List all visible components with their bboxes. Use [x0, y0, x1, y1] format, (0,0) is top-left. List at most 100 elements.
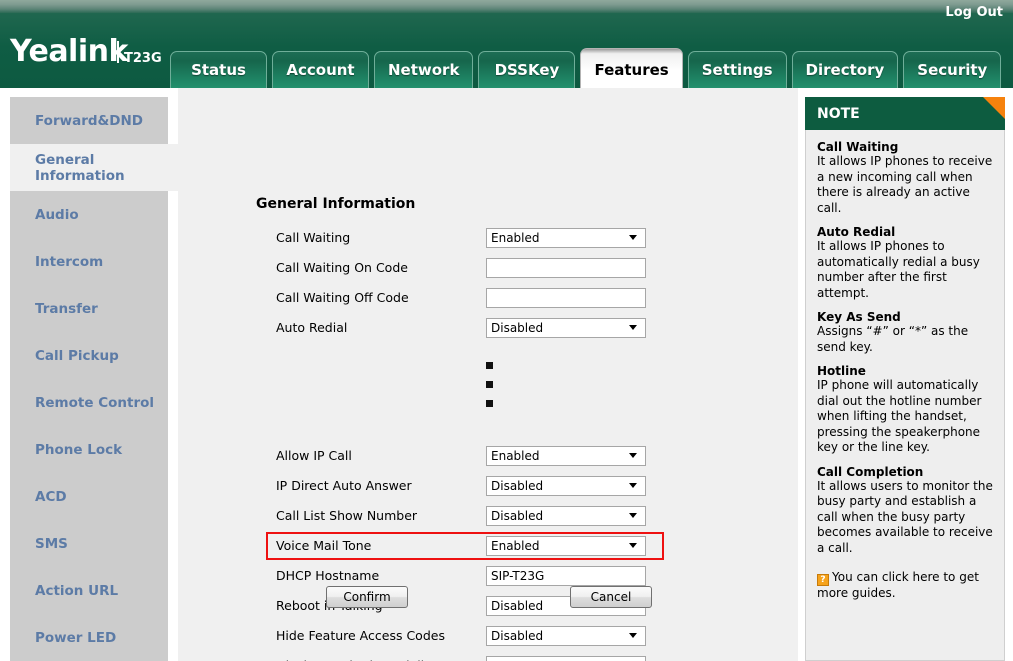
select-wrapper-voice-mail-tone: EnabledDisabled — [486, 535, 646, 556]
tab-security[interactable]: Security — [903, 51, 1002, 88]
field-control-call-waiting-on-code — [486, 257, 646, 278]
logout-link[interactable]: Log Out — [945, 5, 1003, 20]
form-row-ip-direct-auto-answer: IP Direct Auto Answer EnabledDisabled — [178, 470, 798, 500]
confirm-button[interactable]: Confirm — [326, 586, 408, 608]
sidebar-item-acd[interactable]: ACD — [10, 473, 168, 520]
field-control-dhcp-hostname — [486, 565, 646, 586]
select-call-waiting[interactable]: EnabledDisabled — [486, 228, 646, 248]
select-wrapper-ip-direct-auto-answer: EnabledDisabled — [486, 475, 646, 496]
form-row-reboot-in-talking: Reboot in TalkingEnabledDisabled — [178, 590, 798, 620]
input-dhcp-hostname[interactable] — [486, 565, 646, 586]
logo-divider — [117, 41, 119, 63]
cancel-button[interactable]: Cancel — [570, 586, 652, 608]
note-entry-heading: Call Waiting — [817, 140, 899, 154]
sidebar-item-call-pickup[interactable]: Call Pickup — [10, 332, 168, 379]
note-title: NOTE — [817, 105, 860, 122]
sidebar-item-transfer[interactable]: Transfer — [10, 285, 168, 332]
field-control-call-waiting-off-code — [486, 287, 646, 308]
field-control-allow-ip-call: EnabledDisabled — [486, 445, 646, 466]
field-label-ip-direct-auto-answer: IP Direct Auto Answer — [276, 477, 412, 493]
note-entry-heading: Call Completion — [817, 464, 924, 479]
select-hide-feature-access-codes[interactable]: EnabledDisabled — [486, 626, 646, 646]
tab-network[interactable]: Network — [374, 51, 474, 88]
field-label-auto-redial: Auto Redial — [276, 319, 348, 335]
field-label-display-method-on-dialing: Display Method on Dialing — [276, 658, 440, 661]
sidebar-item-label: SMS — [35, 535, 68, 552]
tab-features[interactable]: Features — [580, 48, 683, 88]
form-row-call-waiting: Call Waiting EnabledDisabled — [178, 222, 798, 252]
select-wrapper-display-method-on-dialing: User NameUser Name, Number — [486, 655, 646, 661]
form-row-call-list-show-number: Call List Show Number EnabledDisabled — [178, 500, 798, 530]
sidebar-item-remote-control[interactable]: Remote Control — [10, 379, 168, 426]
sidebar-item-audio[interactable]: Audio — [10, 191, 168, 238]
brand-logo: Yealink — [10, 34, 128, 69]
sidebar-item-action-url[interactable]: Action URL — [10, 567, 168, 614]
tab-dsskey[interactable]: DSSKey — [478, 51, 576, 88]
select-voice-mail-tone[interactable]: EnabledDisabled — [486, 536, 646, 556]
field-label-call-waiting-off-code: Call Waiting Off Code — [276, 289, 409, 305]
sidebar-item-phone-lock[interactable]: Phone Lock — [10, 426, 168, 473]
field-control-hide-feature-access-codes: EnabledDisabled — [486, 625, 646, 646]
select-display-method-on-dialing[interactable]: User NameUser Name, Number — [486, 656, 646, 661]
note-panel: NOTE Call Waiting It allows IP phones to … — [805, 97, 1005, 661]
note-panel-body: Call Waiting It allows IP phones to recei… — [805, 130, 1005, 661]
note-entry-text: Assigns “#” or “*” as the send key. — [817, 324, 969, 354]
field-label-call-list-show-number: Call List Show Number — [276, 507, 418, 523]
note-help-text: You can click here to get more guides. — [817, 570, 979, 600]
select-wrapper-auto-redial: EnabledDisabled — [486, 317, 646, 338]
select-wrapper-allow-ip-call: EnabledDisabled — [486, 445, 646, 466]
sidebar-item-power-led[interactable]: Power LED — [10, 614, 168, 661]
tab-directory[interactable]: Directory — [791, 51, 899, 88]
sidebar-item-sms[interactable]: SMS — [10, 520, 168, 567]
select-wrapper-call-waiting: EnabledDisabled — [486, 227, 646, 248]
note-entry-heading: Hotline — [817, 364, 866, 378]
note-panel-header: NOTE — [805, 97, 1005, 130]
note-help-link-row[interactable]: ? You can click here to get more guides. — [817, 570, 993, 602]
select-allow-ip-call[interactable]: EnabledDisabled — [486, 446, 646, 466]
sidebar-item-label: Action URL — [35, 582, 119, 599]
ellipsis-dot — [486, 362, 493, 369]
main-tab-bar: Status Account Network DSSKey Features Settin… — [170, 48, 1002, 88]
tab-label: Account — [286, 61, 355, 79]
form-row-call-waiting-off-code: Call Waiting Off Code — [178, 282, 798, 312]
form-row-call-waiting-on-code: Call Waiting On Code — [178, 252, 798, 282]
tab-label: Features — [594, 61, 669, 79]
field-control-call-waiting: EnabledDisabled — [486, 227, 646, 248]
help-question-icon[interactable]: ? — [817, 574, 829, 586]
select-auto-redial[interactable]: EnabledDisabled — [486, 318, 646, 338]
form-row-dhcp-hostname: DHCP Hostname — [178, 560, 798, 590]
field-label-hide-feature-access-codes: Hide Feature Access Codes — [276, 627, 445, 643]
select-wrapper-hide-feature-access-codes: EnabledDisabled — [486, 625, 646, 646]
select-ip-direct-auto-answer[interactable]: EnabledDisabled — [486, 476, 646, 496]
field-control-auto-redial: EnabledDisabled — [486, 317, 646, 338]
note-entry-text: It allows IP phones to automatically red… — [817, 239, 980, 300]
main-content-panel: General Information Call Waiting EnabledD… — [178, 88, 798, 661]
input-call-waiting-off-code[interactable] — [486, 287, 646, 308]
truncation-ellipsis-marker — [486, 362, 493, 419]
sidebar-item-forward-dnd[interactable]: Forward&DND — [10, 97, 168, 144]
tab-label: Status — [191, 61, 246, 79]
sidebar-item-intercom[interactable]: Intercom — [10, 238, 168, 285]
select-call-list-show-number[interactable]: EnabledDisabled — [486, 506, 646, 526]
sidebar-item-label: General Information — [35, 151, 125, 184]
tab-account[interactable]: Account — [272, 51, 369, 88]
sidebar-item-general-information[interactable]: General Information — [10, 144, 178, 191]
field-control-ip-direct-auto-answer: EnabledDisabled — [486, 475, 646, 496]
sidebar-item-label: Forward&DND — [35, 112, 143, 129]
section-title: General Information — [256, 196, 416, 212]
note-entry-text: It allows IP phones to receive a new inc… — [817, 154, 993, 215]
tab-label: DSSKey — [494, 61, 560, 79]
sidebar-item-label: ACD — [35, 488, 67, 505]
field-label-voice-mail-tone: Voice Mail Tone — [276, 537, 372, 553]
tab-settings[interactable]: Settings — [687, 51, 787, 88]
form-row-voice-mail-tone: Voice Mail Tone EnabledDisabled — [178, 530, 798, 560]
sidebar-item-label: Phone Lock — [35, 441, 123, 458]
sidebar-item-label: Call Pickup — [35, 347, 119, 364]
input-call-waiting-on-code[interactable] — [486, 257, 646, 278]
field-label-call-waiting-on-code: Call Waiting On Code — [276, 259, 408, 275]
sidebar-item-label: Transfer — [35, 300, 98, 317]
field-label-call-waiting: Call Waiting — [276, 229, 351, 245]
note-corner-fold-icon — [983, 97, 1005, 119]
yealink-web-ui: Yealink T23G Log Out Status Account Networ… — [0, 0, 1013, 661]
tab-status[interactable]: Status — [170, 51, 267, 88]
